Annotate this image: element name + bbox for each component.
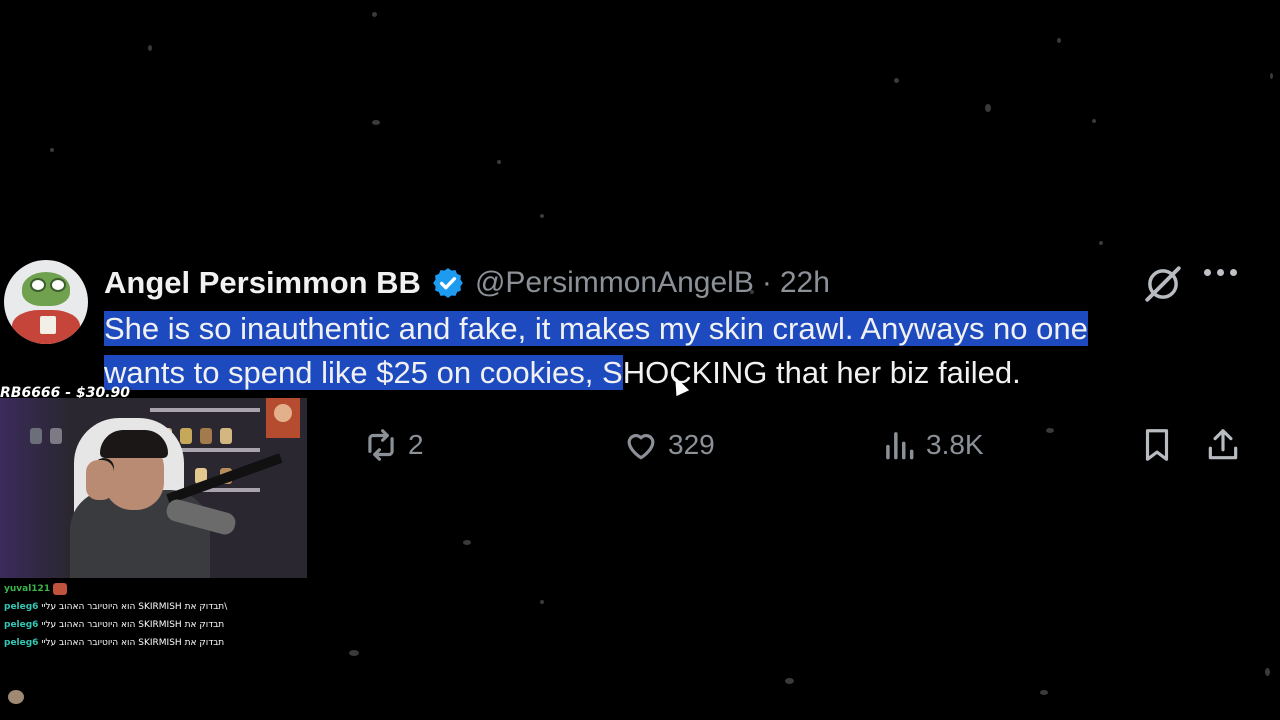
avatar[interactable] <box>4 260 88 344</box>
chat-username: peleg6 <box>4 620 39 630</box>
retweet-count: 2 <box>408 429 424 460</box>
chat-message: peleg6 הוא היוטיובר האהוב עליי SKIRMISH … <box>4 598 227 616</box>
chat-text: הוא היוטיובר האהוב עליי SKIRMISH תבדוק א… <box>41 602 228 612</box>
views-count: 3.8K <box>926 429 984 460</box>
tweet-text-line-1: She is so inauthentic and fake, it makes… <box>104 311 1088 346</box>
chat-message: peleg6 הוא היוטיובר האהוב עליי SKIRMISH … <box>4 634 227 652</box>
share-button[interactable] <box>1204 425 1242 465</box>
author-name[interactable]: Angel Persimmon BB <box>104 265 421 301</box>
chat-text: הוא היוטיובר האהוב עליי SKIRMISH תבדוק א… <box>41 638 225 648</box>
tweet-header: Angel Persimmon BB @PersimmonAngelB · 22… <box>104 263 830 303</box>
chat-emote-icon <box>53 582 68 595</box>
more-icon[interactable] <box>1204 269 1237 276</box>
like-button[interactable]: 329 <box>622 425 715 465</box>
chat-username: peleg6 <box>4 638 39 648</box>
bookmark-icon <box>1145 429 1169 461</box>
views-icon <box>886 432 914 460</box>
like-icon <box>627 434 655 460</box>
emote-icon <box>8 690 24 704</box>
like-count: 329 <box>668 429 715 460</box>
author-handle[interactable]: @PersimmonAngelB <box>475 266 754 300</box>
chat-username: peleg6 <box>4 602 39 612</box>
retweet-icon <box>368 429 394 461</box>
verified-badge-icon <box>433 268 463 298</box>
views-button[interactable]: 3.8K <box>880 425 984 465</box>
share-icon <box>1208 429 1238 460</box>
chat-message: yuval121 <box>4 580 227 598</box>
grok-icon[interactable] <box>1142 263 1184 305</box>
streamer-webcam <box>0 398 307 578</box>
tweet-text-line-2-selected: wants to spend like $25 on cookies, S <box>104 355 623 390</box>
tweet-text: She is so inauthentic and fake, it makes… <box>104 307 1224 395</box>
chat-text: הוא היוטיובר האהוב עליי SKIRMISH תבדוק א… <box>41 620 225 630</box>
timestamp[interactable]: 22h <box>780 266 830 300</box>
separator: · <box>761 266 772 299</box>
chat-username: yuval121 <box>4 584 51 594</box>
stream-chat: yuval121 peleg6 הוא היוטיובר האהוב עליי … <box>4 580 227 652</box>
retweet-button[interactable]: 2 <box>362 425 424 465</box>
bookmark-button[interactable] <box>1138 425 1176 465</box>
chat-message: peleg6 הוא היוטיובר האהוב עליי SKIRMISH … <box>4 616 227 634</box>
